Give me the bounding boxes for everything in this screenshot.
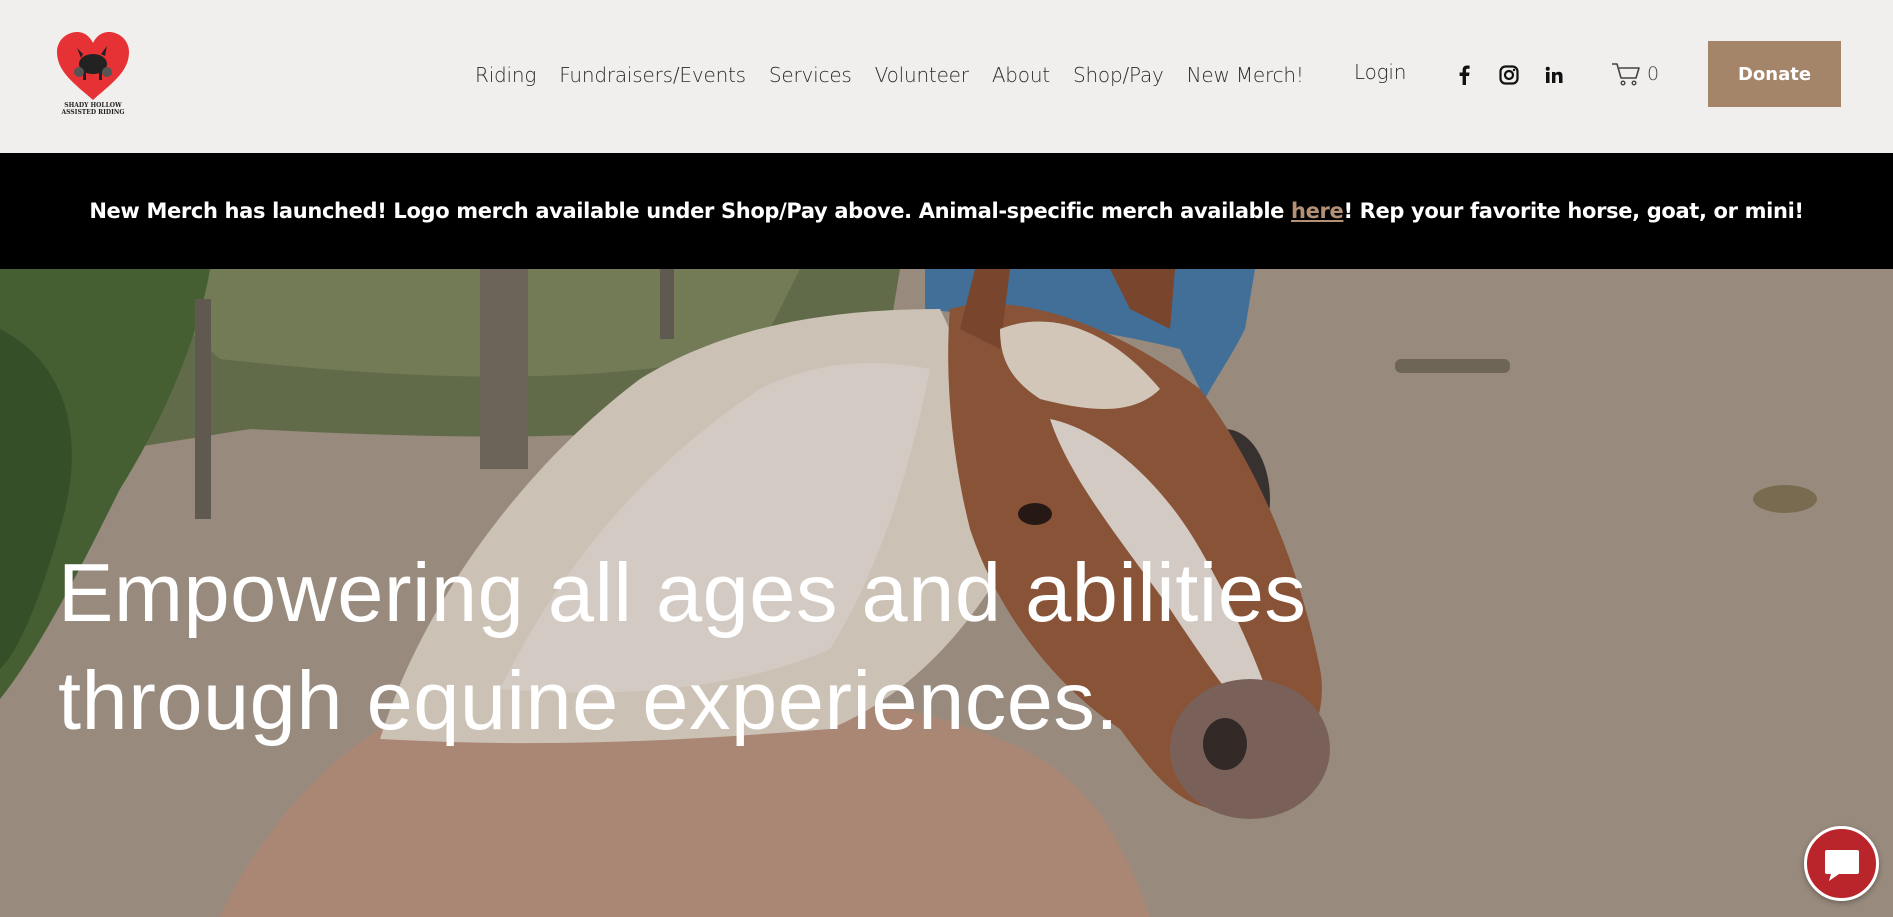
- main-nav: Riding Fundraisers/Events Services Volun…: [475, 60, 1327, 90]
- logo[interactable]: SHADY HOLLOW ASSISTED RIDING: [55, 32, 131, 117]
- hero-section: Empowering all ages and abilities throug…: [0, 269, 1893, 917]
- nav-services[interactable]: Services: [769, 63, 852, 87]
- cart-icon: [1612, 63, 1640, 86]
- hero-title-line-2: through equine experiences.: [58, 654, 1119, 747]
- cart-count: 0: [1647, 63, 1660, 85]
- announcement-before: New Merch has launched! Logo merch avail…: [89, 199, 1292, 223]
- hero-title-line-1: Empowering all ages and abilities: [58, 546, 1307, 639]
- donate-button[interactable]: Donate: [1708, 41, 1841, 107]
- site-header: SHADY HOLLOW ASSISTED RIDING Riding Fund…: [0, 0, 1893, 153]
- cart-button[interactable]: 0: [1611, 60, 1659, 88]
- nav-about[interactable]: About: [992, 63, 1050, 87]
- facebook-icon[interactable]: [1453, 64, 1475, 86]
- announcement-after: ! Rep your favorite horse, goat, or mini…: [1343, 199, 1804, 223]
- logo-line-2: ASSISTED RIDING: [61, 109, 125, 116]
- instagram-icon[interactable]: [1498, 64, 1520, 86]
- chat-button[interactable]: [1804, 826, 1879, 901]
- announcement-here-link[interactable]: here: [1291, 199, 1344, 223]
- heart-logo-icon: [57, 32, 129, 100]
- nav-riding[interactable]: Riding: [475, 63, 536, 87]
- announcement-bar: New Merch has launched! Logo merch avail…: [0, 153, 1893, 269]
- hero-title: Empowering all ages and abilities throug…: [58, 539, 1458, 755]
- logo-line-1: SHADY HOLLOW: [64, 102, 122, 109]
- login-link[interactable]: Login: [1354, 60, 1406, 84]
- linkedin-icon[interactable]: [1543, 64, 1565, 86]
- nav-shop-pay[interactable]: Shop/Pay: [1073, 63, 1164, 87]
- nav-volunteer[interactable]: Volunteer: [875, 63, 969, 87]
- nav-new-merch[interactable]: New Merch!: [1187, 63, 1304, 87]
- chat-bubble-icon: [1824, 849, 1859, 881]
- nav-fundraisers-events[interactable]: Fundraisers/Events: [559, 63, 746, 87]
- announcement-text: New Merch has launched! Logo merch avail…: [89, 199, 1804, 223]
